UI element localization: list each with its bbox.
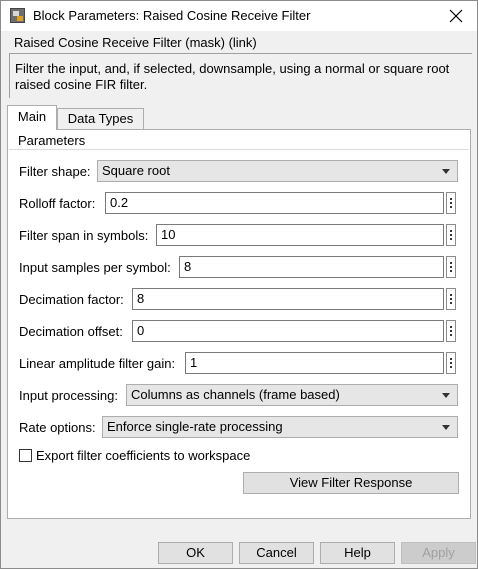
- samples-per-symbol-label: Input samples per symbol:: [19, 260, 171, 275]
- help-button[interactable]: Help: [320, 542, 395, 564]
- more-options-icon[interactable]: [446, 320, 456, 342]
- export-coefficients-label: Export filter coefficients to workspace: [36, 448, 251, 463]
- apply-button[interactable]: Apply: [401, 542, 476, 564]
- parameters-group-title: Parameters: [18, 133, 86, 148]
- more-options-icon[interactable]: [446, 192, 456, 214]
- filter-span-label: Filter span in symbols:: [19, 228, 149, 243]
- cancel-button[interactable]: Cancel: [239, 542, 314, 564]
- filter-shape-dropdown[interactable]: Square root: [97, 160, 458, 182]
- rolloff-factor-label: Rolloff factor:: [19, 196, 96, 211]
- mask-description-box: Filter the input, and, if selected, down…: [9, 53, 472, 98]
- more-options-icon[interactable]: [446, 352, 456, 374]
- rate-options-dropdown[interactable]: Enforce single-rate processing: [102, 416, 458, 438]
- more-options-icon[interactable]: [446, 224, 456, 246]
- input-processing-dropdown[interactable]: Columns as channels (frame based): [126, 384, 458, 406]
- samples-per-symbol-input[interactable]: 8: [179, 256, 444, 278]
- ok-button[interactable]: OK: [158, 542, 233, 564]
- rate-options-value: Enforce single-rate processing: [107, 419, 283, 434]
- mask-title: Raised Cosine Receive Filter (mask) (lin…: [14, 35, 257, 50]
- rolloff-factor-input[interactable]: 0.2: [105, 192, 444, 214]
- filter-shape-value: Square root: [102, 163, 170, 178]
- tab-data-types[interactable]: Data Types: [57, 108, 144, 130]
- filter-shape-label: Filter shape:: [19, 164, 91, 179]
- filter-span-input[interactable]: 10: [156, 224, 444, 246]
- mask-header: Raised Cosine Receive Filter (mask) (lin…: [3, 31, 475, 98]
- decimation-factor-input[interactable]: 8: [132, 288, 444, 310]
- close-button[interactable]: [435, 1, 477, 31]
- view-filter-response-button[interactable]: View Filter Response: [243, 472, 459, 494]
- close-icon: [449, 9, 463, 23]
- more-options-icon[interactable]: [446, 256, 456, 278]
- decimation-factor-label: Decimation factor:: [19, 292, 124, 307]
- decimation-offset-label: Decimation offset:: [19, 324, 123, 339]
- input-processing-label: Input processing:: [19, 388, 119, 403]
- chevron-down-icon: [442, 393, 450, 398]
- more-options-icon[interactable]: [446, 288, 456, 310]
- title-bar[interactable]: Block Parameters: Raised Cosine Receive …: [1, 1, 477, 31]
- chevron-down-icon: [442, 425, 450, 430]
- tab-main[interactable]: Main: [7, 105, 57, 130]
- chevron-down-icon: [442, 169, 450, 174]
- dialog-window: Block Parameters: Raised Cosine Receive …: [0, 0, 478, 569]
- mask-description: Filter the input, and, if selected, down…: [15, 61, 450, 92]
- input-processing-value: Columns as channels (frame based): [131, 387, 340, 402]
- export-coefficients-checkbox[interactable]: [19, 449, 32, 462]
- rate-options-label: Rate options:: [19, 420, 96, 435]
- filter-gain-input[interactable]: 1: [185, 352, 444, 374]
- decimation-offset-input[interactable]: 0: [132, 320, 444, 342]
- filter-gain-label: Linear amplitude filter gain:: [19, 356, 176, 371]
- window-title: Block Parameters: Raised Cosine Receive …: [33, 8, 311, 23]
- simulink-block-icon: [10, 8, 25, 23]
